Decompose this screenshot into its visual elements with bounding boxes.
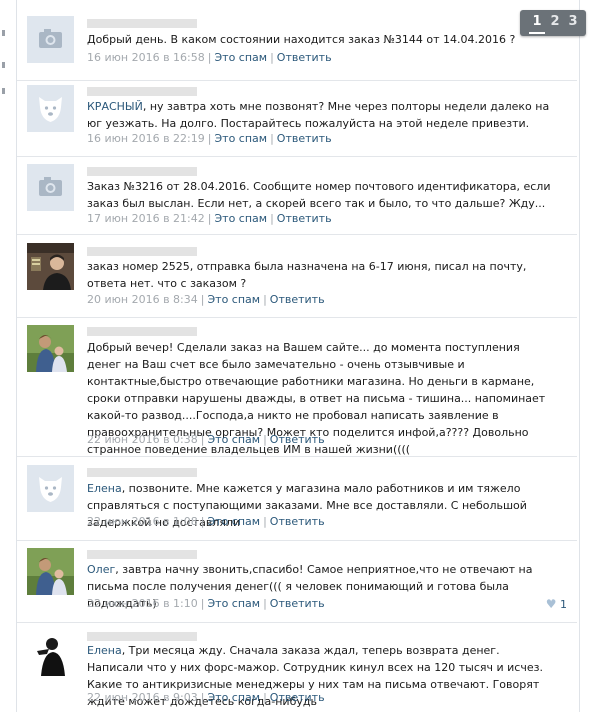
reply-link[interactable]: Ответить: [270, 293, 325, 306]
reply-link[interactable]: Ответить: [270, 433, 325, 446]
comment-date[interactable]: 20 июн 2016 в 8:34: [87, 293, 198, 306]
comment-date[interactable]: 22 июн 2016 в 1:10: [87, 597, 198, 610]
spam-link[interactable]: Это спам: [214, 132, 267, 145]
comment-meta: 20 июн 2016 в 8:34 | Это спам | Ответить: [87, 293, 325, 306]
reply-link[interactable]: Ответить: [277, 212, 332, 225]
spam-link[interactable]: Это спам: [214, 51, 267, 64]
camera-icon: [27, 16, 74, 63]
comment-item: Добрый день. В каком состоянии находится…: [17, 0, 577, 81]
avatar[interactable]: [27, 548, 74, 595]
reply-to-name[interactable]: КРАСНЫЙ: [87, 100, 143, 113]
reply-link[interactable]: Ответить: [270, 597, 325, 610]
comment-meta: 22 июн 2016 в 1:08 | Это спам | Ответить: [87, 515, 325, 528]
comment-text: заказ номер 2525, отправка была назначен…: [87, 260, 527, 290]
reply-to-name[interactable]: Елена: [87, 644, 122, 657]
spam-link[interactable]: Это спам: [214, 212, 267, 225]
comment-meta: 22 июн 2016 в 9:03 | Это спам | Ответить: [87, 691, 325, 704]
avatar[interactable]: [27, 16, 74, 63]
heart-icon: ♥: [545, 597, 557, 611]
comment-meta: 22 июн 2016 в 1:10 | Это спам | Ответить: [87, 597, 325, 610]
comment-date[interactable]: 22 июн 2016 в 0:38: [87, 433, 198, 446]
avatar[interactable]: [27, 629, 74, 676]
author-name-redacted: [87, 468, 197, 477]
reply-to-name[interactable]: Олег: [87, 563, 115, 576]
author-name-redacted: [87, 247, 197, 256]
spam-link[interactable]: Это спам: [207, 597, 260, 610]
avatar[interactable]: [27, 85, 74, 132]
camera-icon: [27, 164, 74, 211]
like-button[interactable]: ♥ 1: [546, 597, 567, 611]
avatar[interactable]: [27, 164, 74, 211]
comment-date[interactable]: 22 июн 2016 в 1:08: [87, 515, 198, 528]
author-name-redacted: [87, 19, 197, 28]
comment-item: Олег, завтра начну звонить,спасибо! Само…: [17, 540, 577, 623]
author-name-redacted: [87, 87, 197, 96]
avatar[interactable]: [27, 465, 74, 512]
comment-meta: 22 июн 2016 в 0:38 | Это спам | Ответить: [87, 433, 325, 446]
user-photo-icon: [27, 548, 74, 595]
dog-icon: [27, 85, 74, 132]
comment-item: Заказ №3216 от 28.04.2016. Сообщите номе…: [17, 156, 577, 235]
reply-to-name[interactable]: Елена: [87, 482, 122, 495]
comment-meta: 16 июн 2016 в 16:58 | Это спам | Ответить: [87, 51, 332, 64]
comment-date[interactable]: 17 июн 2016 в 21:42: [87, 212, 205, 225]
spam-link[interactable]: Это спам: [207, 433, 260, 446]
reply-link[interactable]: Ответить: [270, 515, 325, 528]
comment-date[interactable]: 16 июн 2016 в 22:19: [87, 132, 205, 145]
avatar[interactable]: [27, 243, 74, 290]
user-photo-icon: [27, 325, 74, 372]
user-photo-icon: [27, 243, 74, 290]
left-edge-marks: [0, 0, 10, 712]
like-count: 1: [560, 598, 567, 611]
spam-link[interactable]: Это спам: [207, 293, 260, 306]
author-name-redacted: [87, 550, 197, 559]
dog-icon: [27, 465, 74, 512]
avatar[interactable]: [27, 325, 74, 372]
spam-link[interactable]: Это спам: [207, 515, 260, 528]
reply-link[interactable]: Ответить: [277, 51, 332, 64]
comment-meta: 17 июн 2016 в 21:42 | Это спам | Ответить: [87, 212, 332, 225]
user-photo-icon: [27, 629, 74, 676]
comment-meta: 16 июн 2016 в 22:19 | Это спам | Ответить: [87, 132, 332, 145]
reply-link[interactable]: Ответить: [277, 132, 332, 145]
comment-text: КРАСНЫЙ, ну завтра хоть мне позвонят? Мн…: [87, 100, 550, 130]
comment-date[interactable]: 16 июн 2016 в 16:58: [87, 51, 205, 64]
author-name-redacted: [87, 167, 197, 176]
comment-item: Елена, Три месяца жду. Сначала заказа жд…: [17, 622, 577, 712]
reply-link[interactable]: Ответить: [270, 691, 325, 704]
comment-item: Елена, позвоните. Мне кажется у магазина…: [17, 456, 577, 541]
comment-date[interactable]: 22 июн 2016 в 9:03: [87, 691, 198, 704]
comment-item: КРАСНЫЙ, ну завтра хоть мне позвонят? Мн…: [17, 80, 577, 157]
spam-link[interactable]: Это спам: [207, 691, 260, 704]
author-name-redacted: [87, 327, 197, 336]
comment-item: заказ номер 2525, отправка была назначен…: [17, 234, 577, 318]
comment-item: Добрый вечер! Сделали заказ на Вашем сай…: [17, 317, 577, 457]
comment-text: Добрый день. В каком состоянии находится…: [87, 33, 516, 46]
author-name-redacted: [87, 632, 197, 641]
comment-text: Заказ №3216 от 28.04.2016. Сообщите номе…: [87, 180, 551, 210]
